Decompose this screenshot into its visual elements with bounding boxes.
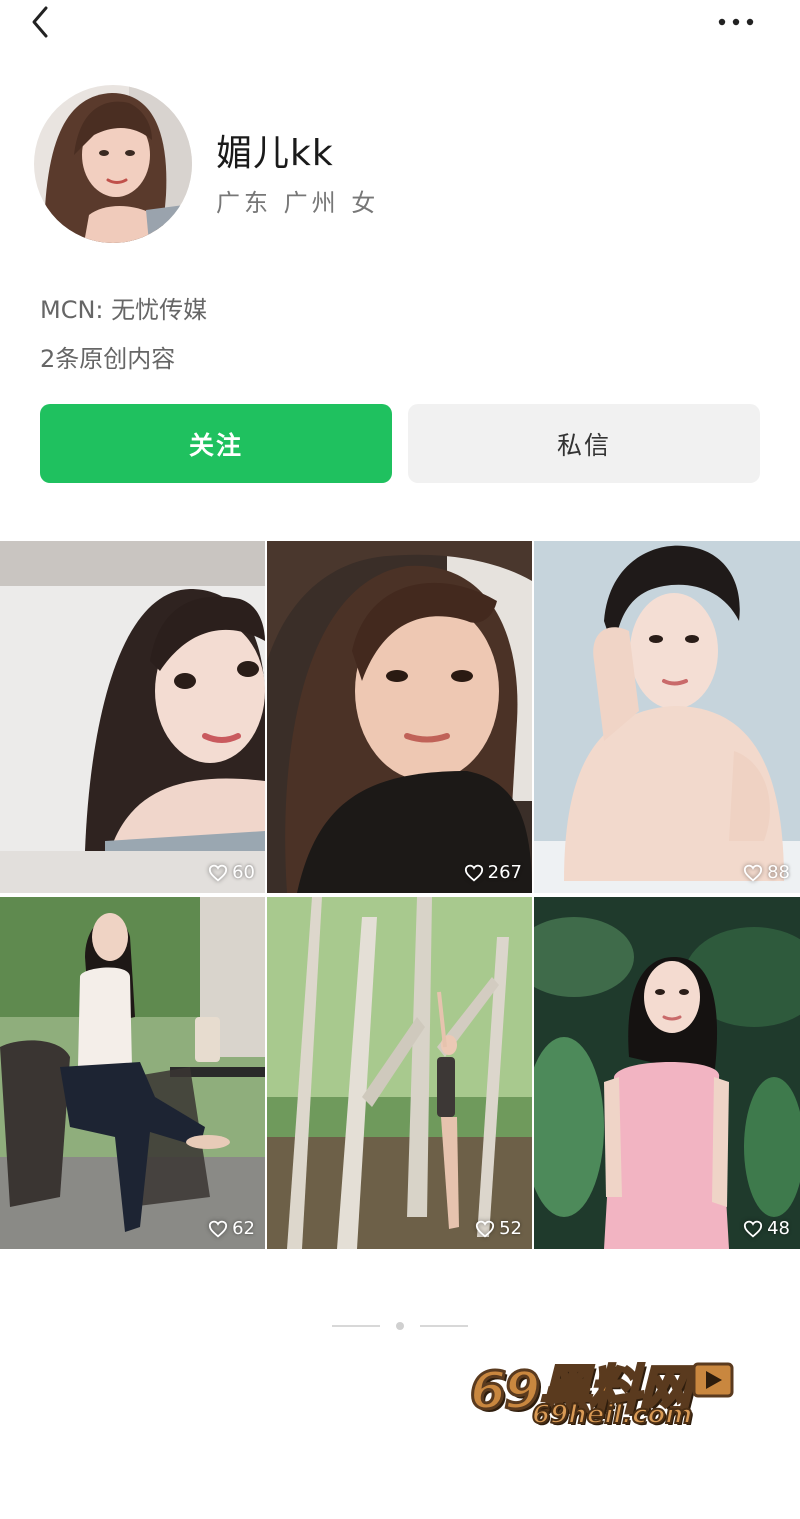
post-thumbnail[interactable]: 88 (534, 541, 800, 893)
post-photo (534, 541, 800, 893)
chevron-left-icon (32, 6, 48, 38)
like-count: 60 (208, 862, 255, 883)
post-thumbnail[interactable]: 48 (534, 897, 800, 1249)
page-indicator-dot (396, 1322, 404, 1330)
post-thumbnail[interactable]: 62 (0, 897, 265, 1249)
page-indicator (330, 1320, 470, 1332)
post-photo (267, 541, 532, 893)
heart-icon (464, 864, 483, 882)
post-photo (267, 897, 532, 1249)
page-indicator-dash (332, 1325, 380, 1327)
like-count: 88 (743, 862, 790, 883)
post-photo (0, 541, 265, 893)
heart-icon (209, 1220, 228, 1238)
heart-icon (744, 864, 763, 882)
video-icon (692, 1362, 734, 1398)
more-button[interactable] (716, 10, 756, 34)
profile-mcn: MCN: 无忧传媒 (40, 296, 208, 324)
like-count-value: 60 (232, 862, 255, 883)
like-count: 52 (475, 1218, 522, 1239)
post-photo (534, 897, 800, 1249)
post-thumbnail[interactable]: 267 (267, 541, 532, 893)
like-count: 48 (743, 1218, 790, 1239)
like-count-value: 48 (767, 1218, 790, 1239)
follow-button[interactable]: 关注 (40, 404, 392, 483)
page-indicator-dash (420, 1325, 468, 1327)
heart-icon (476, 1220, 495, 1238)
like-count: 62 (208, 1218, 255, 1239)
like-count: 267 (464, 862, 522, 883)
like-count-value: 267 (487, 862, 522, 883)
heart-icon (209, 864, 228, 882)
watermark-logo: 69黑料网 69heil.com (468, 1348, 750, 1444)
back-button[interactable] (26, 2, 66, 42)
like-count-value: 62 (232, 1218, 255, 1239)
like-count-value: 52 (499, 1218, 522, 1239)
more-horizontal-icon (718, 18, 754, 26)
profile-page: 媚儿kk 广东 广州 女 MCN: 无忧传媒 2条原创内容 关注 私信 60 2… (0, 0, 800, 1519)
post-grid: 60 267 88 62 52 48 (0, 541, 800, 1249)
message-button[interactable]: 私信 (408, 404, 760, 483)
post-thumbnail[interactable]: 52 (267, 897, 532, 1249)
post-photo (0, 897, 265, 1249)
watermark-sub-text: 69heil.com (531, 1399, 693, 1431)
profile-location: 广东 广州 女 (216, 189, 380, 217)
post-thumbnail[interactable]: 60 (0, 541, 265, 893)
avatar[interactable] (34, 85, 192, 243)
profile-content-count: 2条原创内容 (40, 345, 176, 373)
like-count-value: 88 (767, 862, 790, 883)
heart-icon (744, 1220, 763, 1238)
profile-name: 媚儿kk (216, 133, 334, 174)
